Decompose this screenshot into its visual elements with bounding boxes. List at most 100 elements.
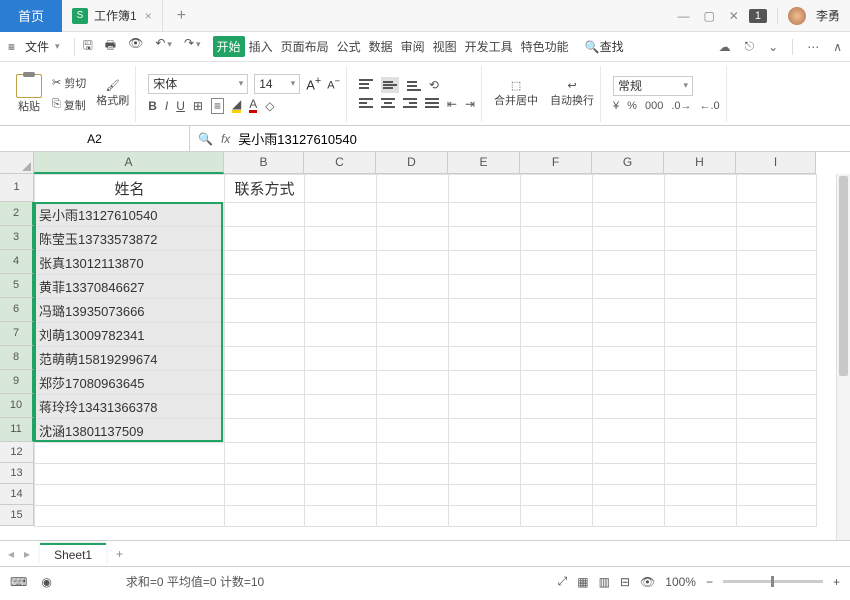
cell-G11[interactable]	[593, 419, 665, 443]
font-name-combo[interactable]: 宋体	[148, 74, 248, 94]
cell-D15[interactable]	[377, 506, 449, 527]
sheet-tab[interactable]: Sheet1	[40, 543, 106, 565]
cell-B14[interactable]	[225, 485, 305, 506]
cell-E5[interactable]	[449, 275, 521, 299]
col-header-A[interactable]: A	[34, 152, 224, 174]
cell-H14[interactable]	[665, 485, 737, 506]
cell-I14[interactable]	[737, 485, 817, 506]
cell-H2[interactable]	[665, 203, 737, 227]
cell-I12[interactable]	[737, 443, 817, 464]
minimize-icon[interactable]: —	[677, 9, 689, 23]
cell-G12[interactable]	[593, 443, 665, 464]
cell-A4[interactable]: 张真13012113870	[35, 251, 225, 275]
clear-format-icon[interactable]: ◇	[265, 99, 274, 113]
align-right-icon[interactable]	[403, 98, 417, 110]
cell-B9[interactable]	[225, 371, 305, 395]
save-icon[interactable]: 🖫	[83, 36, 93, 57]
notification-badge[interactable]: 1	[749, 9, 767, 23]
search-box[interactable]: 🔍 查找	[585, 38, 624, 55]
cell-I6[interactable]	[737, 299, 817, 323]
col-header-H[interactable]: H	[664, 152, 736, 174]
cell-A14[interactable]	[35, 485, 225, 506]
cell-A1[interactable]: 姓名	[35, 175, 225, 203]
border-icon[interactable]: ⊞	[193, 99, 203, 113]
expand-icon[interactable]: ∧	[833, 40, 842, 54]
underline-icon[interactable]: U	[176, 99, 185, 113]
cell-H5[interactable]	[665, 275, 737, 299]
cell-G1[interactable]	[593, 175, 665, 203]
vertical-scrollbar[interactable]	[836, 174, 850, 540]
cell-H11[interactable]	[665, 419, 737, 443]
percent-icon[interactable]: %	[627, 100, 637, 112]
cell-D14[interactable]	[377, 485, 449, 506]
cell-C6[interactable]	[305, 299, 377, 323]
add-sheet-icon[interactable]: +	[116, 547, 123, 561]
cell-D4[interactable]	[377, 251, 449, 275]
cell-C5[interactable]	[305, 275, 377, 299]
row-header-10[interactable]: 10	[0, 394, 34, 418]
cell-B15[interactable]	[225, 506, 305, 527]
cell-I2[interactable]	[737, 203, 817, 227]
cell-G8[interactable]	[593, 347, 665, 371]
cell-H4[interactable]	[665, 251, 737, 275]
app-menu-icon[interactable]: ≡	[8, 40, 15, 54]
maximize-icon[interactable]: ▢	[703, 9, 714, 23]
cell-style-icon[interactable]: ≡	[211, 98, 224, 114]
close-window-icon[interactable]: ✕	[729, 9, 739, 23]
cell-H1[interactable]	[665, 175, 737, 203]
cell-D13[interactable]	[377, 464, 449, 485]
cell-H8[interactable]	[665, 347, 737, 371]
wrap-text-button[interactable]: ↩ 自动换行	[550, 79, 594, 108]
more-icon[interactable]: ⋯	[807, 40, 819, 54]
cell-F2[interactable]	[521, 203, 593, 227]
cell-I8[interactable]	[737, 347, 817, 371]
cell-D2[interactable]	[377, 203, 449, 227]
file-menu[interactable]: 文件	[19, 36, 66, 57]
cells-grid[interactable]: 姓名联系方式吴小雨13127610540陈莹玉13733573872张真1301…	[34, 174, 850, 527]
row-header-3[interactable]: 3	[0, 226, 34, 250]
cell-D5[interactable]	[377, 275, 449, 299]
cloud-icon[interactable]: ☁	[719, 40, 731, 54]
ribbon-tab-5[interactable]: 审阅	[397, 36, 429, 57]
new-tab-button[interactable]: +	[163, 7, 200, 25]
reading-layout-icon[interactable]: ⤢	[558, 574, 568, 589]
row-header-13[interactable]: 13	[0, 463, 34, 484]
cell-G6[interactable]	[593, 299, 665, 323]
zoom-fx-icon[interactable]: 🔍	[198, 132, 213, 146]
cell-B2[interactable]	[225, 203, 305, 227]
cell-H3[interactable]	[665, 227, 737, 251]
row-header-1[interactable]: 1	[0, 174, 34, 202]
tab-home[interactable]: 首页	[0, 0, 62, 32]
col-header-C[interactable]: C	[304, 152, 376, 174]
cell-A9[interactable]: 郑莎17080963645	[35, 371, 225, 395]
row-header-12[interactable]: 12	[0, 442, 34, 463]
ribbon-tab-1[interactable]: 插入	[245, 36, 277, 57]
cell-C2[interactable]	[305, 203, 377, 227]
increase-font-icon[interactable]: A+	[306, 75, 321, 92]
cell-E12[interactable]	[449, 443, 521, 464]
tab-workbook[interactable]: S 工作簿1 ×	[62, 0, 163, 32]
cell-H15[interactable]	[665, 506, 737, 527]
ribbon-tab-3[interactable]: 公式	[333, 36, 365, 57]
cell-A5[interactable]: 黄菲13370846627	[35, 275, 225, 299]
print-icon[interactable]: 🖶	[105, 36, 116, 57]
cell-F14[interactable]	[521, 485, 593, 506]
cell-G14[interactable]	[593, 485, 665, 506]
increase-decimal-icon[interactable]: .0→	[671, 100, 691, 112]
cell-A8[interactable]: 范萌萌15819299674	[35, 347, 225, 371]
cell-A6[interactable]: 冯璐13935073666	[35, 299, 225, 323]
cell-F10[interactable]	[521, 395, 593, 419]
copy-button[interactable]: ⎘ 复制	[52, 97, 86, 113]
cell-I1[interactable]	[737, 175, 817, 203]
input-mode-icon[interactable]: ⌨	[10, 575, 27, 589]
sheet-nav-last-icon[interactable]: ▸	[24, 547, 30, 561]
cell-D12[interactable]	[377, 443, 449, 464]
cell-C3[interactable]	[305, 227, 377, 251]
format-painter-button[interactable]: 🖌 格式刷	[96, 79, 129, 108]
cell-E9[interactable]	[449, 371, 521, 395]
zoom-value[interactable]: 100%	[665, 575, 696, 589]
row-header-5[interactable]: 5	[0, 274, 34, 298]
merge-center-button[interactable]: ⬚ 合并居中	[494, 79, 538, 108]
decrease-decimal-icon[interactable]: ←.0	[700, 100, 720, 112]
cell-C15[interactable]	[305, 506, 377, 527]
